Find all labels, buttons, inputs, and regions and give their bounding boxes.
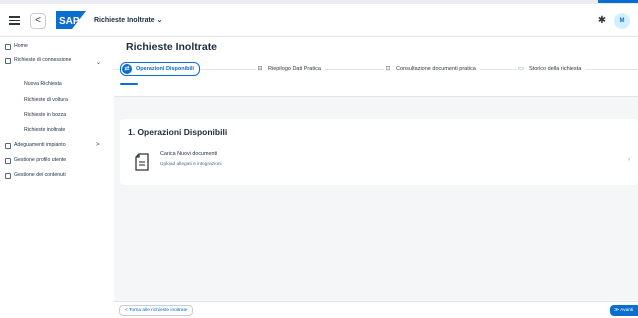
- profile-icon: [5, 158, 11, 164]
- svg-text:SAP: SAP: [59, 16, 80, 27]
- plant-icon: [5, 143, 11, 149]
- main-content: Richieste Inoltrate ⇄ Operazioni Disponi…: [114, 37, 638, 318]
- operations-icon: ⇄: [122, 64, 132, 74]
- upload-documents-item[interactable]: Carica Nuovi documenti Upload allegati e…: [120, 147, 638, 183]
- sidebar-item-nuova-richiesta[interactable]: Nuova Richiesta: [0, 81, 114, 89]
- step-operazioni-disponibili[interactable]: ⇄ Operazioni Disponibili: [120, 62, 201, 76]
- header-divider: [114, 96, 638, 97]
- chevron-down-icon: ⌄: [96, 60, 102, 66]
- sidebar: Home Richieste di connessione ⌄ Nuova Ri…: [0, 37, 114, 318]
- sidebar-item-adeguamenti-impianto[interactable]: Adeguamenti impianto >: [0, 142, 114, 150]
- section-title: 1. Operazioni Disponibili: [128, 127, 228, 137]
- home-icon: [5, 44, 11, 50]
- content-icon: [5, 173, 11, 179]
- item-title: Carica Nuovi documenti: [160, 151, 218, 157]
- avatar[interactable]: M: [614, 13, 630, 29]
- summary-icon: ⊟: [257, 66, 263, 72]
- next-button[interactable]: ≫ Avanti: [610, 305, 638, 316]
- sidebar-item-gestione-profilo[interactable]: Gestione profilo utente: [0, 157, 114, 165]
- gear-icon[interactable]: ✱: [596, 15, 608, 27]
- chevron-right-icon: ›: [628, 157, 630, 163]
- shell-bar: < SAP Richieste Inoltrate ⌄ ✱ M: [0, 4, 638, 37]
- document-upload-icon: [135, 153, 149, 171]
- sidebar-item-gestione-contenuti[interactable]: Gestione dei contenuti: [0, 172, 114, 180]
- chevron-right-icon: >: [96, 142, 100, 148]
- footer-toolbar: < Torna alle richieste inoltrate ≫ Avant…: [114, 301, 638, 318]
- item-description: Upload allegati e integrazioni: [160, 162, 222, 167]
- history-icon: ▭: [518, 66, 524, 72]
- back-to-requests-button[interactable]: < Torna alle richieste inoltrate: [119, 305, 194, 316]
- sidebar-item-home[interactable]: Home: [0, 43, 114, 51]
- hamburger-menu-icon[interactable]: [8, 13, 22, 27]
- page-title: Richieste Inoltrate: [126, 41, 218, 53]
- active-step-indicator: [120, 83, 138, 85]
- app-title-menu[interactable]: Richieste Inoltrate ⌄: [94, 16, 163, 24]
- sidebar-item-richieste-connessione[interactable]: Richieste di connessione ⌄: [0, 57, 114, 71]
- back-button[interactable]: <: [30, 13, 46, 29]
- operations-section: 1. Operazioni Disponibili Carica Nuovi d…: [120, 119, 638, 185]
- step-storico-richiesta[interactable]: ▭ Storico della richiesta: [517, 63, 586, 75]
- page-header: Richieste Inoltrate ⇄ Operazioni Disponi…: [114, 37, 638, 97]
- step-consultazione-documenti[interactable]: ⊡ Consultazione documenti pratica: [384, 63, 480, 75]
- sidebar-item-richieste-inoltrate[interactable]: Richieste inoltrate: [0, 127, 114, 135]
- sidebar-item-richieste-voltura[interactable]: Richieste di voltura: [0, 97, 114, 105]
- top-band-accent: [598, 0, 638, 3]
- step-riepilogo-dati[interactable]: ⊟ Riepilogo Dati Pratica: [256, 63, 325, 75]
- documents-icon: ⊡: [385, 66, 391, 72]
- connection-icon: [5, 58, 11, 64]
- sidebar-item-richieste-bozza[interactable]: Richieste in bozza: [0, 112, 114, 120]
- sap-logo: SAP: [56, 11, 86, 29]
